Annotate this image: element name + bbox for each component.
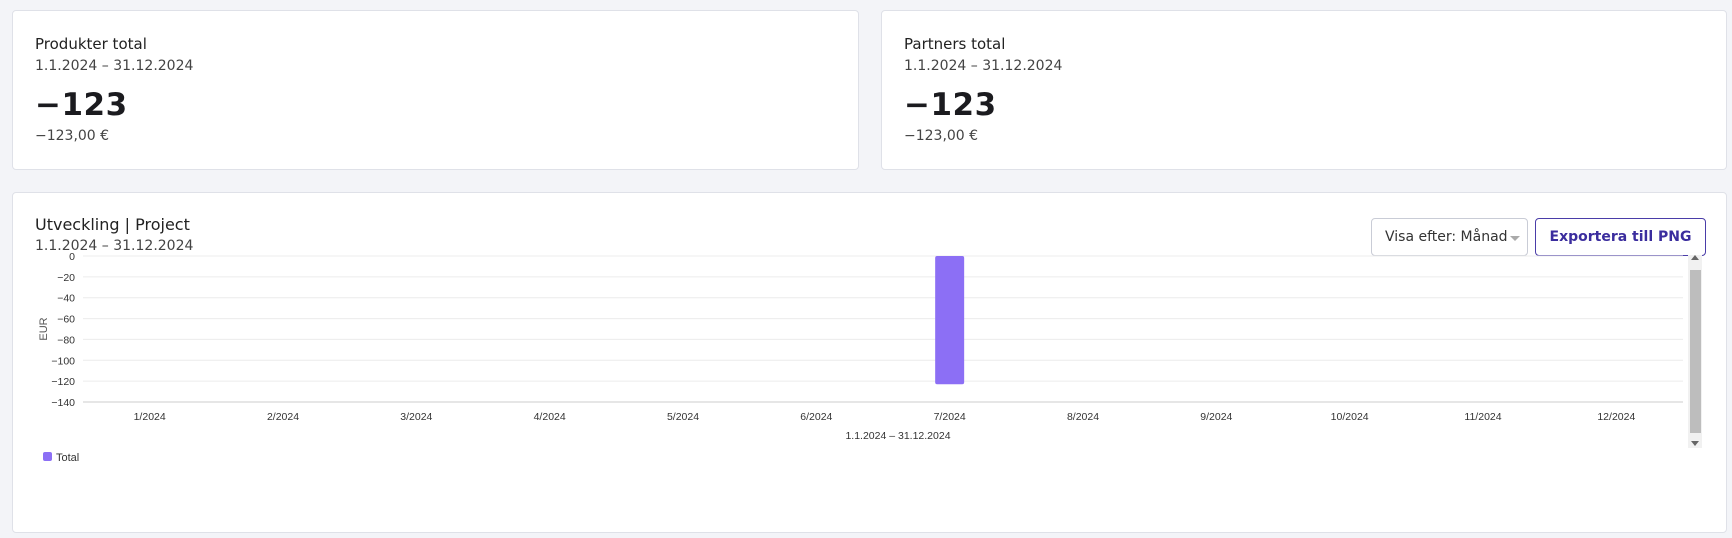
partners-total-card: Partners total 1.1.2024 – 31.12.2024 −12… <box>881 10 1727 170</box>
x-tick-label: 1/2024 <box>134 411 166 423</box>
y-axis-ticks: 0 −20 −40 −60 −80 −100 −120 −140 <box>51 251 75 409</box>
chart-grid <box>83 255 1683 403</box>
x-tick-label: 2/2024 <box>267 411 299 423</box>
y-tick-label: −120 <box>51 376 75 388</box>
x-tick-label: 4/2024 <box>534 411 566 423</box>
y-tick-label: −80 <box>57 334 75 346</box>
card-period: 1.1.2024 – 31.12.2024 <box>904 58 1063 74</box>
card-title: Partners total <box>904 35 1006 53</box>
chart-legend[interactable]: Total <box>43 452 79 464</box>
y-axis-title: EUR <box>38 317 50 340</box>
chart-panel: Utveckling | Project 1.1.2024 – 31.12.20… <box>12 192 1727 533</box>
x-axis-title: 1.1.2024 – 31.12.2024 <box>845 430 950 442</box>
y-tick-label: −100 <box>51 355 75 367</box>
bar[interactable] <box>935 256 965 385</box>
bar-chart: 0 −20 −40 −60 −80 −100 −120 −140 1/2024 2/2024 3/… <box>38 251 1702 464</box>
card-amount: −123,00 € <box>904 128 979 144</box>
x-tick-label: 8/2024 <box>1067 411 1099 423</box>
card-title: Produkter total <box>35 35 147 53</box>
y-tick-label: −40 <box>57 293 75 305</box>
x-tick-label: 10/2024 <box>1331 411 1369 423</box>
x-tick-label: 5/2024 <box>667 411 699 423</box>
y-tick-label: 0 <box>69 251 75 263</box>
card-amount: −123,00 € <box>35 128 110 144</box>
scrollbar-thumb[interactable] <box>1690 270 1701 433</box>
y-tick-label: −60 <box>57 314 75 326</box>
x-tick-label: 12/2024 <box>1597 411 1635 423</box>
y-tick-label: −20 <box>57 272 75 284</box>
y-tick-label: −140 <box>51 397 75 409</box>
x-tick-label: 3/2024 <box>400 411 432 423</box>
chart-scrollbar[interactable] <box>1688 255 1702 448</box>
x-tick-label: 7/2024 <box>934 411 966 423</box>
products-total-card: Produkter total 1.1.2024 – 31.12.2024 −1… <box>12 10 859 170</box>
card-count: −123 <box>904 87 997 123</box>
x-axis-ticks: 1/2024 2/2024 3/2024 4/2024 5/2024 6/2024 7/20… <box>134 411 1636 423</box>
x-tick-label: 11/2024 <box>1464 411 1501 423</box>
chart-bars <box>935 256 965 385</box>
x-tick-label: 9/2024 <box>1200 411 1232 423</box>
legend-label: Total <box>56 452 79 464</box>
legend-swatch <box>43 452 52 461</box>
card-count: −123 <box>35 87 128 123</box>
x-tick-label: 6/2024 <box>800 411 832 423</box>
card-period: 1.1.2024 – 31.12.2024 <box>35 58 194 74</box>
